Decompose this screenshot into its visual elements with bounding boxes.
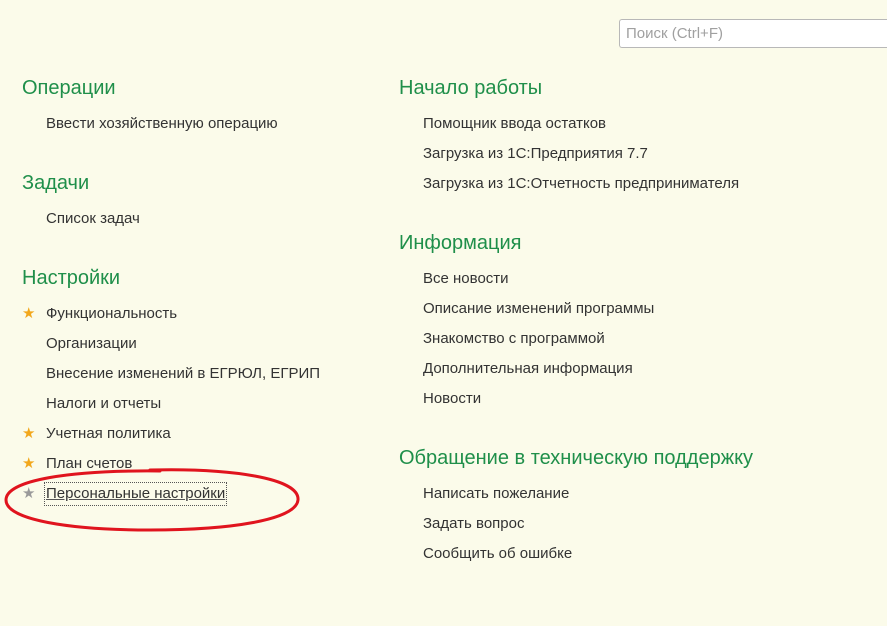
section-title-tasks: Задачи [22,172,90,194]
link-personal-settings[interactable]: Персональные настройки [43,482,228,506]
section-title-information: Информация [399,232,522,254]
link-write-suggestion[interactable]: Написать пожелание [423,484,569,504]
favorite-star-icon[interactable]: ★ [22,484,35,504]
link-additional-information[interactable]: Дополнительная информация [423,359,633,379]
section-title-operations: Операции [22,77,116,99]
link-ask-question[interactable]: Задать вопрос [423,514,524,534]
link-enter-business-operation[interactable]: Ввести хозяйственную операцию [46,114,278,134]
section-title-getting-started: Начало работы [399,77,543,99]
link-functionality[interactable]: Функциональность [46,304,177,324]
link-program-changes[interactable]: Описание изменений программы [423,299,654,319]
link-taxes-and-reports[interactable]: Налоги и отчеты [46,394,161,414]
section-title-settings: Настройки [22,267,121,289]
section-title-support: Обращение в техническую поддержку [399,447,754,469]
link-egrul-egrip-changes[interactable]: Внесение изменений в ЕГРЮЛ, ЕГРИП [46,364,320,384]
link-news[interactable]: Новости [423,389,481,409]
link-task-list[interactable]: Список задач [46,209,140,229]
link-accounting-policy[interactable]: Учетная политика [46,424,171,444]
favorite-star-icon[interactable]: ★ [22,424,35,444]
link-organizations[interactable]: Организации [46,334,137,354]
link-report-error[interactable]: Сообщить об ошибке [423,544,572,564]
link-opening-balances-assistant[interactable]: Помощник ввода остатков [423,114,606,134]
favorite-star-icon[interactable]: ★ [22,304,35,324]
favorite-star-icon[interactable]: ★ [22,454,35,474]
link-chart-of-accounts[interactable]: План счетов [46,454,132,474]
link-import-1c-entrepreneur-reporting[interactable]: Загрузка из 1С:Отчетность предпринимател… [423,174,739,194]
link-import-1c-77[interactable]: Загрузка из 1С:Предприятия 7.7 [423,144,648,164]
link-program-introduction[interactable]: Знакомство с программой [423,329,605,349]
search-input[interactable] [619,19,887,48]
link-all-news[interactable]: Все новости [423,269,509,289]
